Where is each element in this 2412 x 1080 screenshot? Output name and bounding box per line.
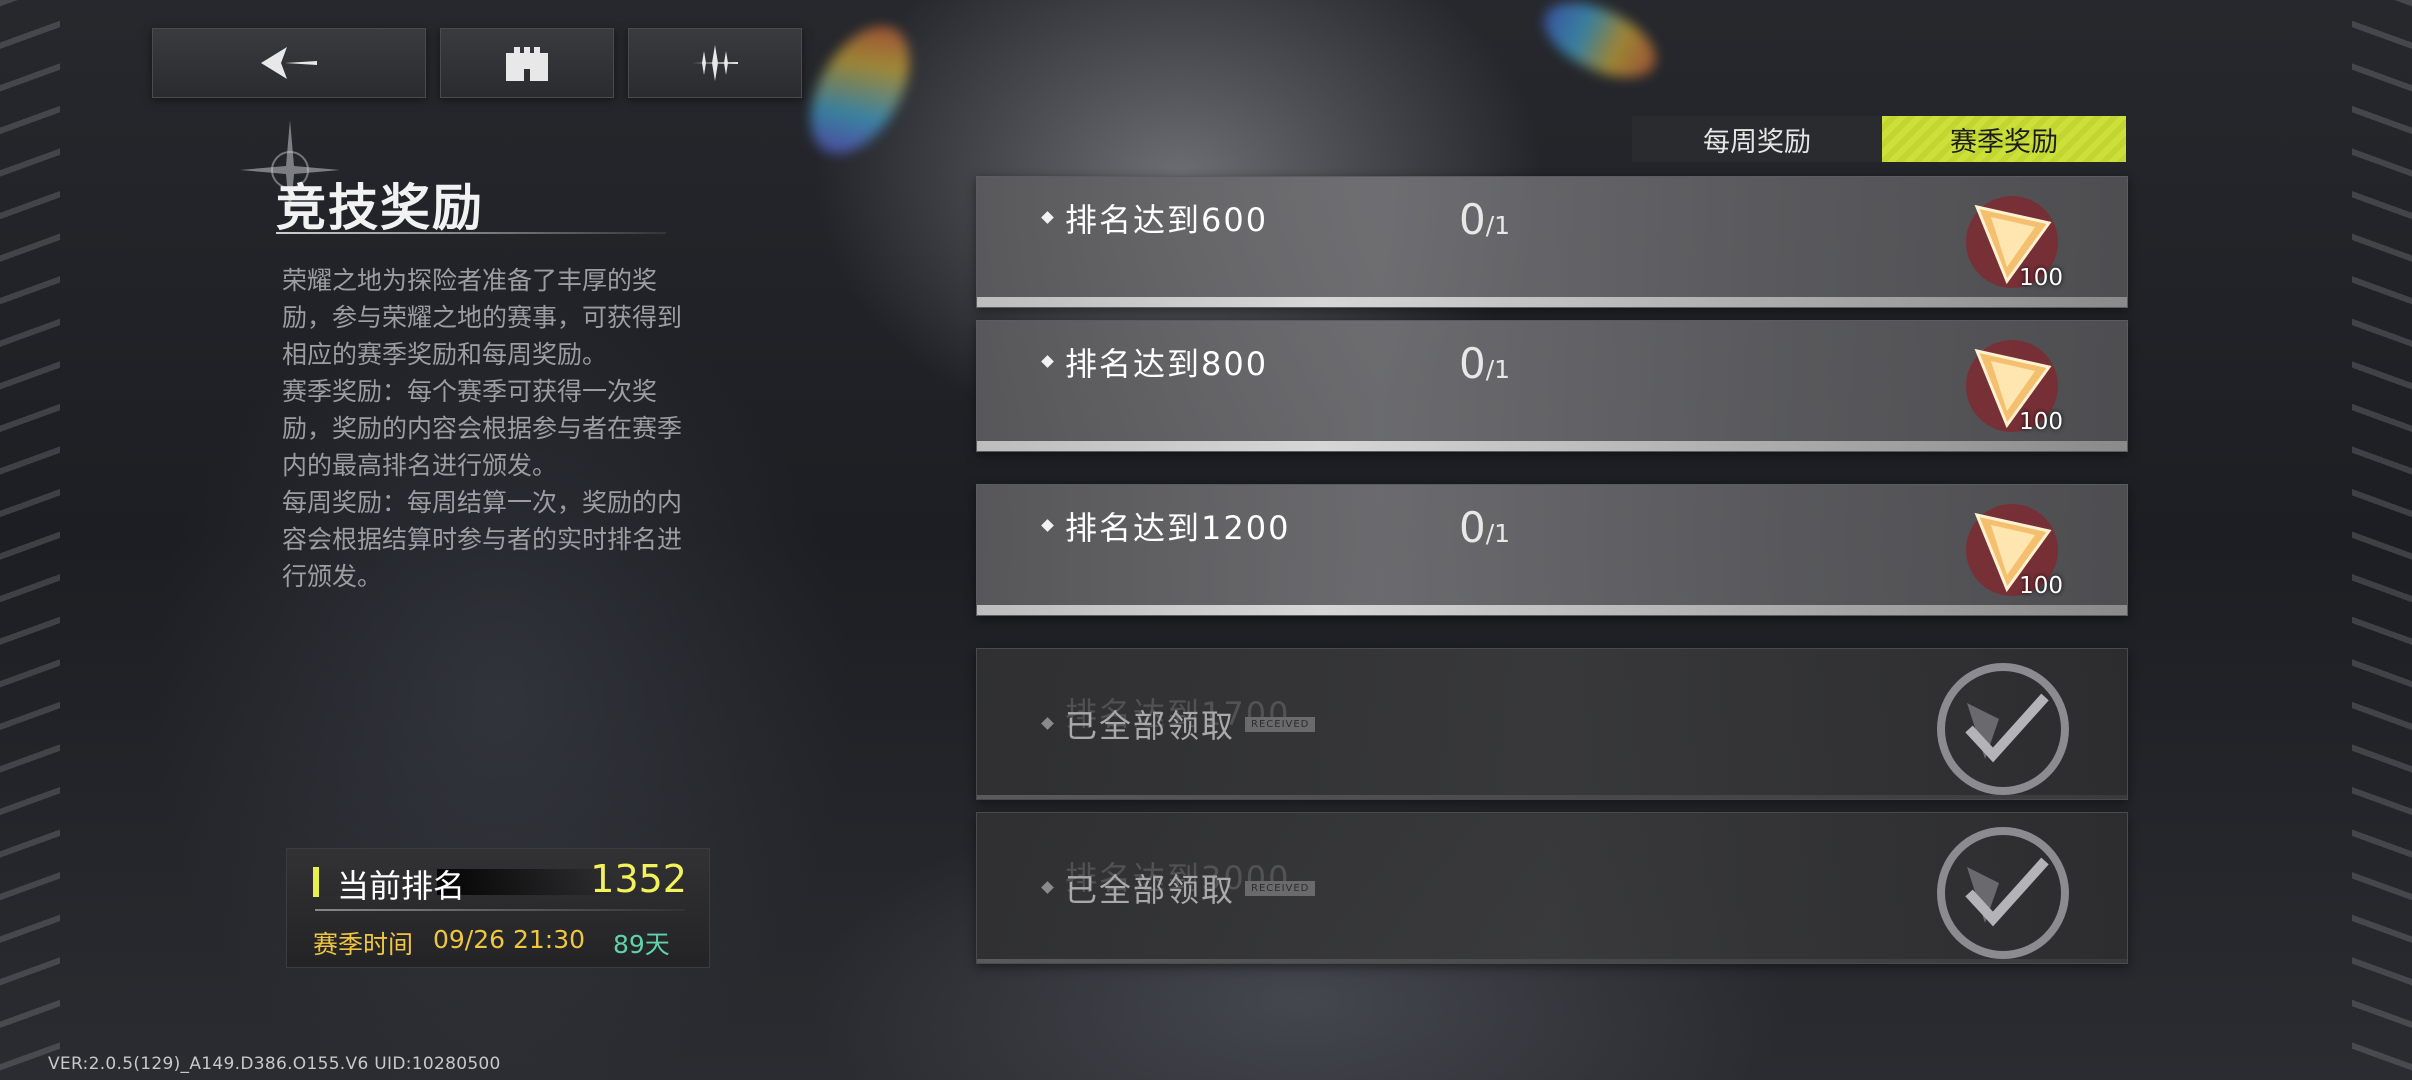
progress-current: 0 [1459, 339, 1486, 388]
rank-divider [315, 909, 685, 911]
reward-condition: 排名达到1200 [1065, 509, 1291, 547]
bullet-diamond [1041, 355, 1054, 368]
bullet-diamond [1041, 519, 1054, 532]
bullet-diamond [1041, 881, 1054, 894]
castle-icon [506, 47, 548, 81]
bullet-diamond [1041, 211, 1054, 224]
checkmark-icon [1937, 663, 2069, 795]
page-title: 竞技奖励 [276, 179, 484, 237]
light-prism-decoration [790, 9, 930, 171]
description-paragraph: 荣耀之地为探险者准备了丰厚的奖励，参与荣耀之地的赛事，可获得到相应的赛季奖励和每… [282, 266, 683, 369]
title-divider [276, 232, 666, 234]
description-paragraph: 赛季奖励：每个赛季可获得一次奖励，奖励的内容会根据参与者在赛季内的最高排名进行颁… [282, 377, 683, 480]
rank-label: 当前排名 [337, 867, 466, 905]
current-rank-panel: 当前排名 1352 赛季时间 09/26 21:30 89天 [286, 848, 710, 968]
reward-count: 100 [2019, 573, 2063, 599]
reward-row[interactable]: 排名达到800 0/1 100 [976, 320, 2128, 452]
received-status: 已全部领取 [1065, 707, 1236, 745]
reward-row-received: 排名达到3000 已全部领取 RECEIVED [976, 812, 2128, 964]
tab-season-reward[interactable]: 赛季奖励 [1882, 116, 2126, 162]
reward-item[interactable]: 100 [1957, 495, 2067, 605]
reward-description: 荣耀之地为探险者准备了丰厚的奖励，参与荣耀之地的赛事，可获得到相应的赛季奖励和每… [282, 262, 692, 595]
reward-progress: 0/1 [1459, 195, 1510, 244]
sparkle-icon [692, 45, 738, 81]
game-screen: 竞技奖励 荣耀之地为探险者准备了丰厚的奖励，参与荣耀之地的赛事，可获得到相应的赛… [0, 0, 2412, 1080]
progress-current: 0 [1459, 195, 1486, 244]
left-thorn-decoration [0, 0, 60, 1080]
reward-count: 100 [2019, 409, 2063, 435]
received-badge: RECEIVED [1245, 717, 1316, 732]
reward-item[interactable]: 100 [1957, 187, 2067, 297]
progress-current: 0 [1459, 503, 1486, 552]
tab-weekly-reward[interactable]: 每周奖励 [1632, 116, 1882, 162]
reward-progress: 0/1 [1459, 503, 1510, 552]
reward-condition: 排名达到600 [1065, 201, 1269, 239]
version-info: VER:2.0.5(129)_A149.D386.O155.V6 UID:102… [48, 1054, 501, 1074]
bullet-diamond [1041, 717, 1054, 730]
castle-button[interactable] [440, 28, 614, 98]
reward-count: 100 [2019, 265, 2063, 291]
effects-button[interactable] [628, 28, 802, 98]
progress-total: /1 [1485, 355, 1511, 384]
reward-row[interactable]: 排名达到600 0/1 100 [976, 176, 2128, 308]
rank-accent-bar [313, 867, 319, 897]
description-paragraph: 每周奖励：每周结算一次，奖励的内容会根据结算时参与者的实时排名进行颁发。 [282, 488, 683, 591]
season-days-left: 89天 [613, 930, 670, 959]
season-time-value: 09/26 21:30 [433, 925, 586, 954]
progress-total: /1 [1485, 519, 1511, 548]
back-arrow-icon [261, 47, 317, 79]
reward-condition: 排名达到800 [1065, 345, 1269, 383]
reward-row[interactable]: 排名达到1200 0/1 100 [976, 484, 2128, 616]
light-prism-decoration [1532, 0, 1668, 93]
progress-total: /1 [1485, 211, 1511, 240]
checkmark-icon [1937, 827, 2069, 959]
season-time-label: 赛季时间 [313, 930, 414, 959]
received-badge: RECEIVED [1245, 881, 1316, 896]
reward-row-received: 排名达到1700 已全部领取 RECEIVED [976, 648, 2128, 800]
back-button[interactable] [152, 28, 426, 98]
right-thorn-decoration [2352, 0, 2412, 1080]
received-status: 已全部领取 [1065, 871, 1236, 909]
rank-value: 1352 [590, 857, 687, 901]
reward-item[interactable]: 100 [1957, 331, 2067, 441]
reward-progress: 0/1 [1459, 339, 1510, 388]
